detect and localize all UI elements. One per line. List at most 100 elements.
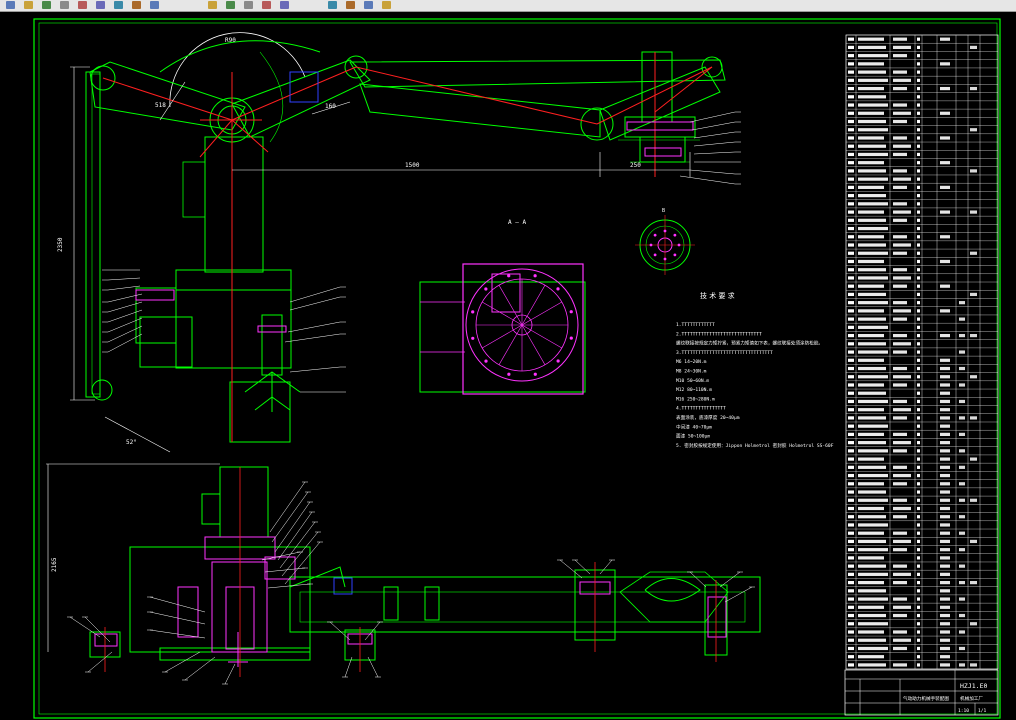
dim-angle: 52° <box>126 439 137 446</box>
bom-row <box>848 144 920 148</box>
bolt-hole <box>556 359 560 363</box>
dimension-texts-upper: R90 1500 250 518 160 2350 52° <box>57 37 641 446</box>
toolbar <box>0 0 1016 12</box>
zoom-icon[interactable] <box>226 1 235 9</box>
bolt-hole <box>507 274 511 278</box>
copy-icon[interactable] <box>96 1 105 9</box>
print-icon[interactable] <box>60 1 69 9</box>
bom-row <box>848 572 950 576</box>
bom-row <box>848 441 950 445</box>
tech-req-line: 1.TTTTTTTTTTTT <box>676 322 715 328</box>
bolt-hole <box>471 336 475 340</box>
bom-row <box>848 424 950 428</box>
bom-row <box>848 103 920 107</box>
bom-row <box>848 54 920 58</box>
tech-req-line: M6 14~20N.m <box>676 359 707 365</box>
bolt-hole <box>649 243 653 247</box>
bolt-hole <box>569 310 573 314</box>
bolt-hole <box>569 336 573 340</box>
open-icon[interactable] <box>24 1 33 9</box>
bom-row <box>848 152 920 157</box>
red-lines-lower <box>104 467 717 677</box>
bom-row <box>848 490 950 494</box>
properties-icon[interactable] <box>280 1 289 9</box>
dim-top-radius: R90 <box>225 37 236 44</box>
bom-row <box>848 473 950 478</box>
bom-row <box>848 646 965 651</box>
help-icon[interactable] <box>382 1 391 9</box>
save-icon[interactable] <box>42 1 51 9</box>
bom-row <box>848 226 920 231</box>
bom-row <box>848 556 950 560</box>
tech-req-line: 中间漆 40~70μm <box>676 423 712 430</box>
centre-lines <box>102 52 713 453</box>
bom-row <box>848 317 965 321</box>
bom-row <box>848 259 950 264</box>
bom-row <box>848 581 977 585</box>
dim-arm-b: 160 <box>325 103 336 110</box>
bom-row <box>848 169 977 173</box>
bom-row <box>848 235 950 239</box>
dim-height: 2350 <box>57 237 64 252</box>
new-icon[interactable] <box>6 1 15 9</box>
arm-assembly-view <box>85 32 726 443</box>
tech-req-line: 2.TTTTTTTTTTTTTTTTTTTTTTTTTTTTT <box>676 331 762 337</box>
bom-row <box>848 482 965 486</box>
bom-row <box>848 86 977 91</box>
measure-icon[interactable] <box>364 1 373 9</box>
zoom-window-icon[interactable] <box>244 1 253 9</box>
bom-row <box>848 523 950 527</box>
bom-row <box>848 268 920 272</box>
bom-row <box>848 161 950 165</box>
detail-b <box>635 215 695 275</box>
paste-icon[interactable] <box>114 1 123 9</box>
dim-span-b: 250 <box>630 162 641 169</box>
bom-row <box>848 111 950 115</box>
bom-row <box>848 119 920 124</box>
pan-icon[interactable] <box>208 1 217 9</box>
layer-icon[interactable] <box>328 1 337 9</box>
bolt-hole <box>677 243 681 247</box>
cut-icon[interactable] <box>78 1 87 9</box>
bom-row <box>848 366 965 371</box>
bom-row <box>848 37 950 41</box>
dim-height-lower: 2165 <box>51 557 58 572</box>
match-icon[interactable] <box>346 1 355 9</box>
bom-row <box>848 498 977 502</box>
tech-req-title: 技 术 要 求 <box>700 291 735 300</box>
bom-row <box>848 465 965 469</box>
bom-row <box>848 432 965 436</box>
bom-row <box>848 342 920 346</box>
bom-row <box>848 243 920 247</box>
bolt-hole <box>653 253 657 257</box>
bom-row <box>848 210 977 214</box>
bolt-hole <box>663 229 667 233</box>
bom-row <box>848 292 977 297</box>
drawing-scale: 1:10 <box>958 708 969 714</box>
bom-row <box>848 589 950 593</box>
undo-icon[interactable] <box>132 1 141 9</box>
bolt-hole <box>653 233 657 237</box>
tech-req-line: 表面涂装，底漆厚度 20~40μm <box>676 414 740 421</box>
drawing-canvas[interactable]: R90 1500 250 518 160 2350 52° A — A B 技 … <box>0 12 1016 720</box>
drawing-number: HZJ1.E0 <box>960 682 987 690</box>
tech-req-line: M16 250~280N.m <box>676 396 715 402</box>
bom-row <box>848 95 920 99</box>
redo-icon[interactable] <box>150 1 159 9</box>
bom-row <box>848 333 977 338</box>
bom-row <box>848 309 950 313</box>
zoom-previous-icon[interactable] <box>262 1 271 9</box>
drawing-sheet: 1/1 <box>978 708 987 714</box>
bolt-hole <box>484 287 488 291</box>
bom-row <box>848 416 977 420</box>
dimensions-upper <box>70 66 691 401</box>
bom-row <box>848 630 965 634</box>
bom-row <box>848 449 965 453</box>
bom-row <box>848 375 977 379</box>
bom-row <box>848 605 950 609</box>
blue-marker <box>289 71 319 103</box>
tech-req-line: 4.TTTTTTTTTTTTTTTT <box>676 406 726 412</box>
tech-req-line: M12 80~110N.m <box>676 387 712 393</box>
detail-label: B <box>662 208 665 214</box>
bom-row <box>848 350 965 354</box>
